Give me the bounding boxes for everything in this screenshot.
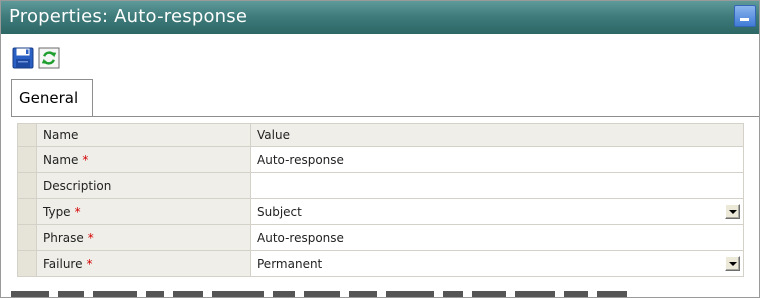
failure-select[interactable]: Permanent [250,250,744,277]
minimize-button[interactable] [734,5,756,27]
row-selector[interactable] [17,224,37,251]
property-name-cell: Name * [36,146,251,173]
property-name-cell: Phrase * [36,224,251,251]
property-label: Type [43,204,71,219]
property-label: Failure [43,256,83,271]
phrase-value-field[interactable]: Auto-response [250,224,744,251]
property-value: Auto-response [257,152,344,167]
property-row-phrase: Phrase * Auto-response [17,224,744,251]
column-header-name: Name [36,123,251,147]
tab-divider [11,116,759,117]
properties-grid: Name Value Name * Auto-response Descripti… [17,123,744,277]
property-row-name: Name * Auto-response [17,146,744,173]
type-select[interactable]: Subject [250,198,744,225]
row-selector[interactable] [17,146,37,173]
property-value: Permanent [257,256,323,271]
property-row-type: Type * Subject [17,198,744,225]
required-marker: * [74,204,81,219]
property-row-failure: Failure * Permanent [17,250,744,277]
title-bar: Properties: Auto-response [1,1,759,34]
properties-window: Properties: Auto-response General Name V… [0,0,760,298]
tab-general[interactable]: General [11,79,93,117]
property-value: Subject [257,204,302,219]
property-row-description: Description [17,172,744,199]
property-label: Name [43,152,79,167]
grid-header-row: Name Value [17,123,744,147]
save-button[interactable] [11,45,35,71]
property-name-cell: Description [36,172,251,199]
property-label: Phrase [43,230,84,245]
row-selector[interactable] [17,198,37,225]
required-marker: * [82,152,89,167]
floppy-disk-icon [12,47,34,69]
column-header-value: Value [250,123,744,147]
row-selector[interactable] [17,250,37,277]
row-selector[interactable] [17,172,37,199]
dropdown-arrow-icon[interactable] [725,256,740,271]
refresh-icon [38,47,60,69]
description-value-field[interactable] [250,172,744,199]
property-name-cell: Failure * [36,250,251,277]
row-header-cell [17,123,37,147]
dropdown-arrow-icon[interactable] [725,204,740,219]
name-value-field[interactable]: Auto-response [250,146,744,173]
window-title: Properties: Auto-response [9,6,248,27]
tab-general-label: General [19,89,79,107]
refresh-button[interactable] [37,45,61,71]
required-marker: * [87,230,94,245]
property-name-cell: Type * [36,198,251,225]
property-value: Auto-response [257,230,344,245]
property-label: Description [43,178,112,193]
required-marker: * [86,256,93,271]
